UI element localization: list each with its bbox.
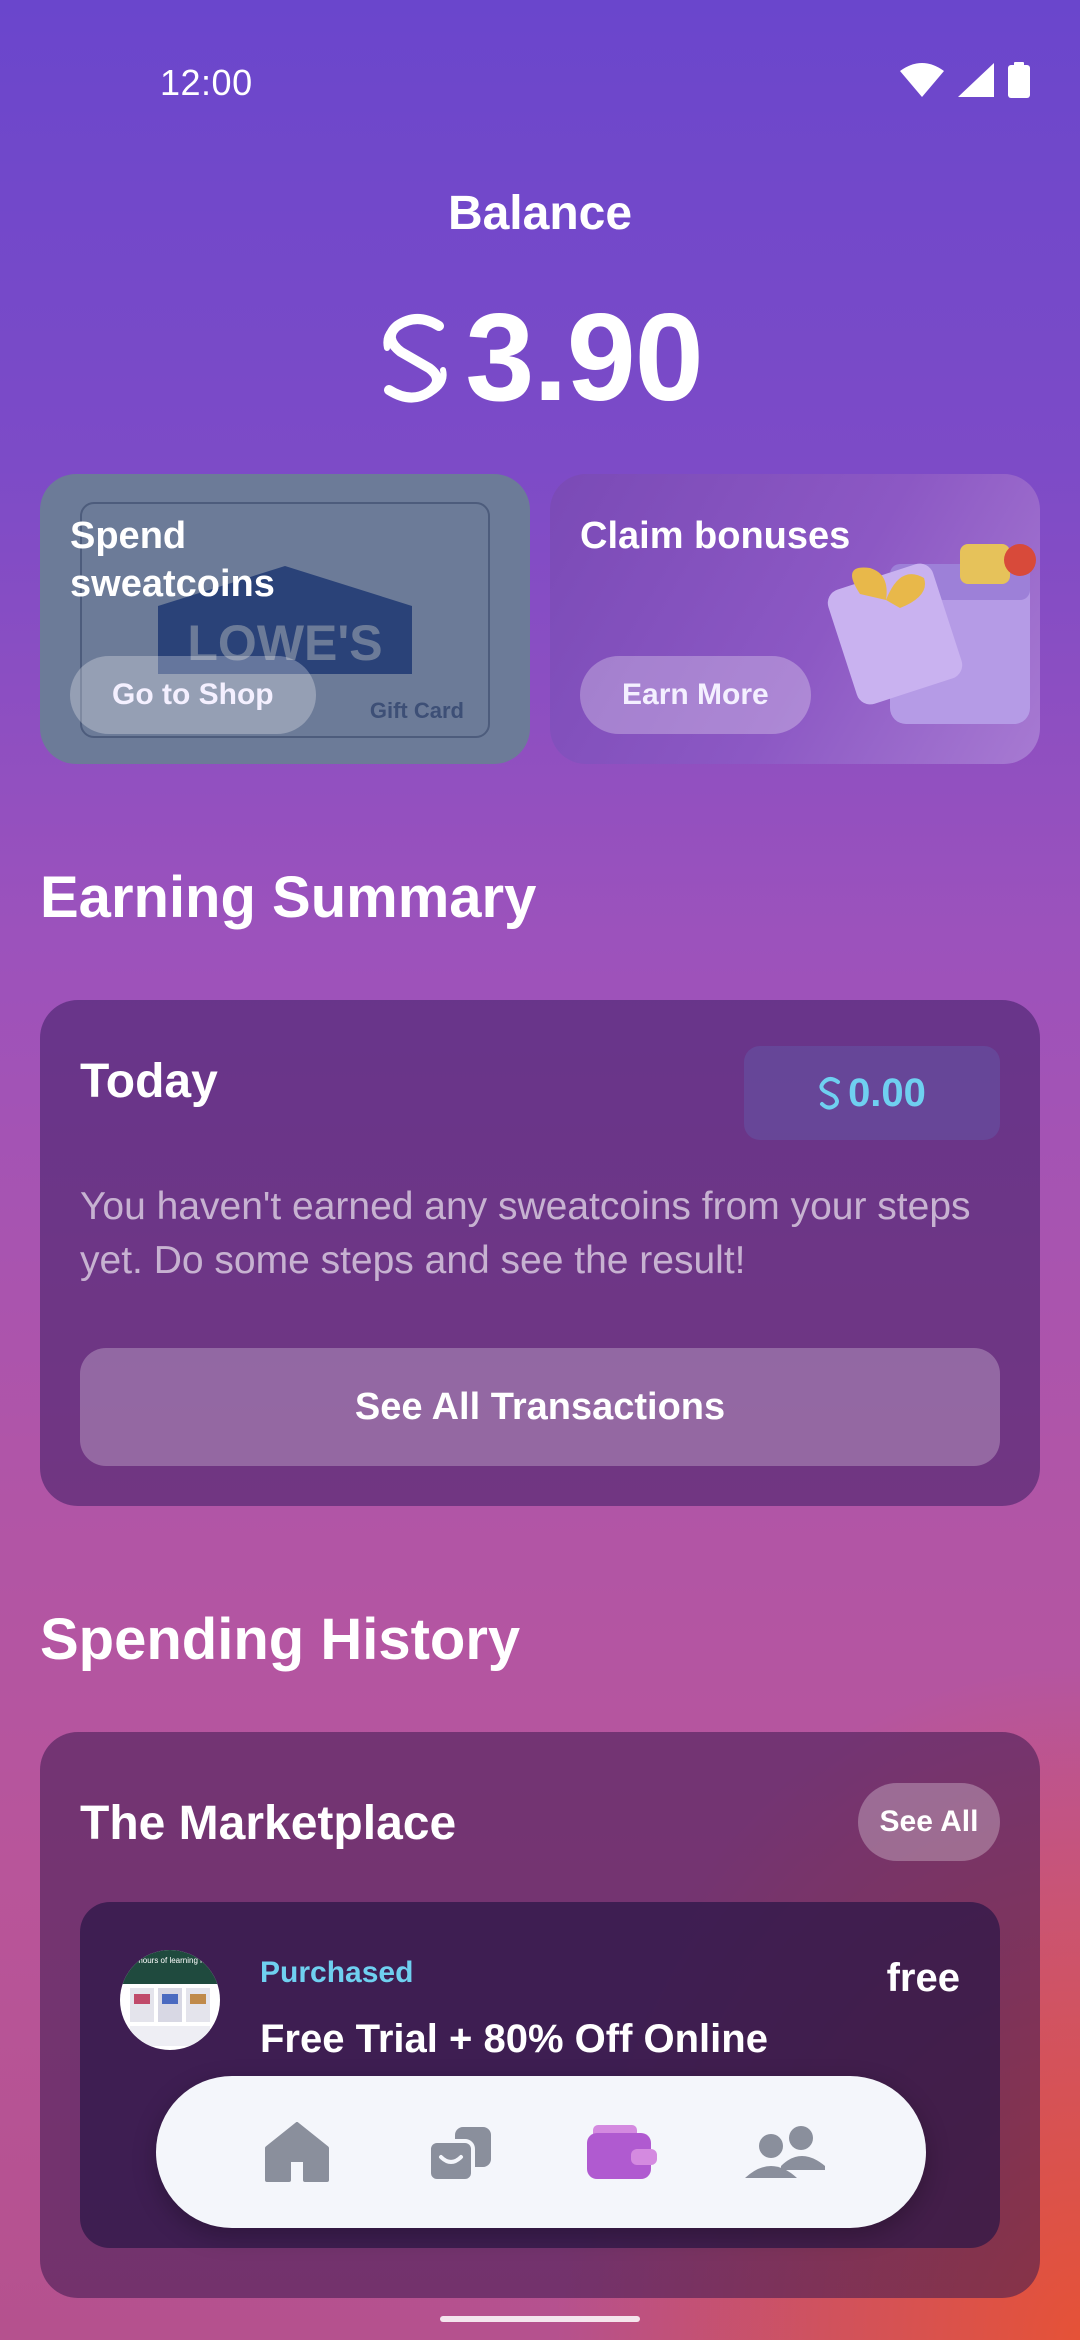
shop-icon — [426, 2127, 491, 2183]
item-price: free — [886, 1956, 960, 2000]
see-all-button[interactable]: See All — [858, 1783, 1000, 1861]
wallet-icon — [587, 2125, 658, 2179]
nav-friends[interactable] — [740, 2107, 830, 2197]
home-indicator — [440, 2316, 640, 2322]
balance-amount: 3.90 — [465, 289, 703, 427]
claim-bonuses-card[interactable]: Claim bonuses Earn More — [550, 474, 1040, 764]
marketplace-title: The Marketplace — [80, 1797, 457, 1850]
battery-icon — [1008, 62, 1030, 98]
signal-icon — [958, 63, 994, 97]
status-icons — [900, 62, 1030, 98]
earning-message: You haven't earned any sweatcoins from y… — [80, 1185, 971, 1282]
wifi-icon — [900, 63, 944, 97]
balance-display: 3.90 — [0, 296, 1080, 420]
nav-wallet[interactable] — [577, 2107, 667, 2197]
go-to-shop-button[interactable]: Go to Shop — [70, 656, 316, 734]
item-thumbnail: 7,000+ hours of learning material — [120, 1950, 220, 2050]
sweatcoin-icon — [383, 314, 447, 403]
gift-card-label: Gift Card — [369, 698, 464, 723]
see-all-transactions-button[interactable]: See All Transactions — [80, 1348, 1000, 1466]
status-time: 12:00 — [160, 62, 253, 103]
bottom-navigation — [156, 2076, 926, 2228]
today-amount: 0.00 — [848, 1070, 926, 1115]
friends-icon — [744, 2126, 825, 2178]
item-status: Purchased — [260, 1956, 414, 1989]
nav-shop[interactable] — [415, 2107, 505, 2197]
thumbnail-caption: 7,000+ hours of learning material — [120, 1956, 220, 1965]
today-amount-badge: 0.00 — [744, 1046, 1000, 1140]
earn-more-button[interactable]: Earn More — [580, 656, 811, 734]
today-label: Today — [80, 1055, 218, 1108]
spend-sweatcoins-card[interactable]: Gift Card LOWE'S Spend sweatcoins Go to … — [40, 474, 530, 764]
earning-summary-title: Earning Summary — [40, 865, 537, 930]
promo-title-bonuses: Claim bonuses — [580, 515, 851, 557]
home-icon — [265, 2122, 330, 2182]
balance-title: Balance — [447, 187, 633, 240]
sweatcoin-icon — [819, 1077, 841, 1110]
promo-title-spend: Spend sweatcoins — [70, 515, 275, 605]
nav-home[interactable] — [252, 2107, 342, 2197]
spending-history-title: Spending History — [40, 1607, 521, 1672]
